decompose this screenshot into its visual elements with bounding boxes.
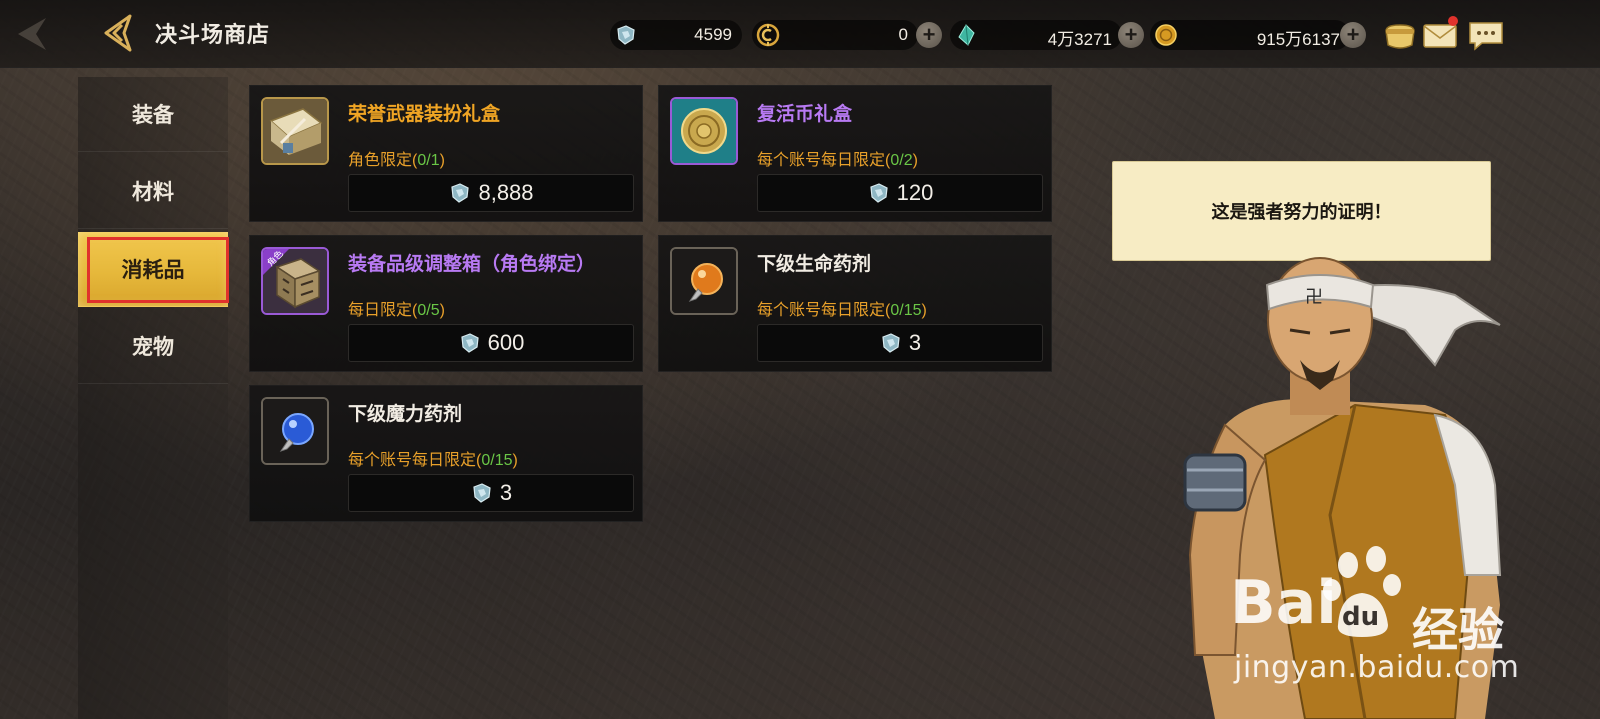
category-pets[interactable]: 宠物 — [78, 309, 228, 384]
currency-value: 915万6137 — [1256, 30, 1340, 49]
add-gold-button[interactable]: + — [1340, 22, 1366, 48]
c-coin-icon — [756, 23, 780, 47]
currency-c-coin: 0 — [752, 20, 918, 50]
currency-green-gem: 4万3271 — [950, 20, 1122, 50]
price-value: 3 — [499, 480, 513, 505]
item-name: 下级生命药剂 — [757, 254, 872, 275]
purchase-limit: 角色限定(0/1) — [348, 146, 445, 170]
limit-label: 每个账号每日限定( — [348, 452, 482, 469]
gold-coin-icon — [1155, 24, 1177, 46]
price-value: 8,888 — [478, 180, 534, 205]
currency-value: 0 — [898, 25, 908, 44]
limit-end: ) — [439, 152, 445, 169]
inventory-pouch-icon[interactable] — [1380, 17, 1420, 53]
buy-price-button[interactable]: 3 — [348, 474, 634, 512]
back-arrow-icon — [104, 14, 132, 52]
purchase-limit: 每日限定(0/5) — [348, 296, 445, 320]
shop-item-card[interactable]: 下级魔力药剂 每个账号每日限定(0/15) 3 — [249, 385, 643, 522]
duel-crystal-icon — [882, 333, 900, 353]
buy-price-button[interactable]: 600 — [348, 324, 634, 362]
hp-potion-icon — [672, 249, 736, 313]
svg-text:卍: 卍 — [1305, 287, 1323, 308]
mail-notification-dot — [1448, 16, 1458, 26]
limit-count: 0/1 — [417, 152, 440, 169]
limit-label: 每个账号每日限定( — [757, 302, 891, 319]
buy-price-button[interactable]: 8,888 — [348, 174, 634, 212]
price-value: 3 — [908, 330, 922, 355]
purchase-limit: 每个账号每日限定(0/15) — [757, 296, 927, 320]
shop-item-card[interactable]: 复活币礼盒 每个账号每日限定(0/2) 120 — [658, 85, 1052, 222]
limit-end: ) — [439, 302, 445, 319]
price-value: 600 — [487, 330, 525, 355]
purchase-limit: 每个账号每日限定(0/2) — [757, 146, 918, 170]
buy-price-button[interactable]: 120 — [757, 174, 1043, 212]
limit-label: 每个账号每日限定( — [757, 152, 891, 169]
weapon-gift-box-icon — [263, 99, 327, 163]
item-thumbnail — [670, 97, 738, 165]
duel-crystal-icon — [869, 183, 888, 203]
limit-end: ) — [912, 152, 918, 169]
shop-item-card[interactable]: 荣誉武器装扮礼盒 角色限定(0/1) 8,888 — [249, 85, 643, 222]
currency-value: 4万3271 — [1047, 30, 1112, 49]
mp-potion-icon — [263, 399, 327, 463]
back-button[interactable] — [98, 12, 144, 54]
item-thumbnail — [261, 397, 329, 465]
item-name: 装备品级调整箱（角色绑定） — [348, 254, 596, 275]
category-equipment[interactable]: 装备 — [78, 77, 228, 152]
category-materials[interactable]: 材料 — [78, 154, 228, 229]
duel-crystal-icon — [473, 483, 491, 503]
watermark-url: jingyan.baidu.com — [1234, 650, 1520, 685]
duel-crystal-icon — [460, 333, 479, 353]
add-green-gem-button[interactable]: + — [1118, 22, 1144, 48]
currency-duel-crystal: 4599 — [610, 20, 742, 50]
top-bar: 决斗场商店 4599 0 + 4万3271 + 915万6137 + — [0, 0, 1600, 68]
grade-adjust-box-icon: 角色 — [263, 249, 327, 313]
limit-count: 0/15 — [890, 302, 922, 319]
purchase-limit: 每个账号每日限定(0/15) — [348, 446, 518, 470]
item-thumbnail — [670, 247, 738, 315]
category-sidebar: 装备 材料 消耗品 宠物 — [78, 77, 228, 719]
item-name: 下级魔力药剂 — [348, 404, 463, 425]
green-gem-icon — [958, 24, 975, 46]
category-consumables[interactable]: 消耗品 — [78, 232, 228, 307]
chat-icon[interactable] — [1466, 17, 1506, 53]
limit-label: 每日限定( — [348, 302, 418, 319]
limit-end: ) — [512, 452, 518, 469]
limit-label: 角色限定( — [348, 152, 418, 169]
npc-speech-bubble: 这是强者努力的证明！ — [1112, 161, 1491, 261]
revival-coin-box-icon — [672, 99, 736, 163]
duel-crystal-icon — [617, 25, 635, 45]
price-value: 120 — [896, 180, 934, 205]
limit-count: 0/2 — [890, 152, 913, 169]
add-c-coin-button[interactable]: + — [916, 22, 942, 48]
shop-item-card[interactable]: 下级生命药剂 每个账号每日限定(0/15) 3 — [658, 235, 1052, 372]
corner-chevron-icon — [18, 18, 46, 50]
currency-value: 4599 — [694, 25, 732, 44]
item-name: 复活币礼盒 — [757, 104, 853, 125]
buy-price-button[interactable]: 3 — [757, 324, 1043, 362]
shop-item-card[interactable]: 角色 装备品级调整箱（角色绑定） 每日限定(0/5) 600 — [249, 235, 643, 372]
currency-gold-coin: 915万6137 — [1150, 20, 1350, 50]
item-thumbnail: 角色 — [261, 247, 329, 315]
item-name: 荣誉武器装扮礼盒 — [348, 104, 501, 125]
page-title: 决斗场商店 — [155, 22, 271, 47]
limit-end: ) — [921, 302, 927, 319]
duel-crystal-icon — [451, 183, 470, 203]
limit-count: 0/5 — [417, 302, 440, 319]
limit-count: 0/15 — [481, 452, 513, 469]
item-thumbnail — [261, 97, 329, 165]
